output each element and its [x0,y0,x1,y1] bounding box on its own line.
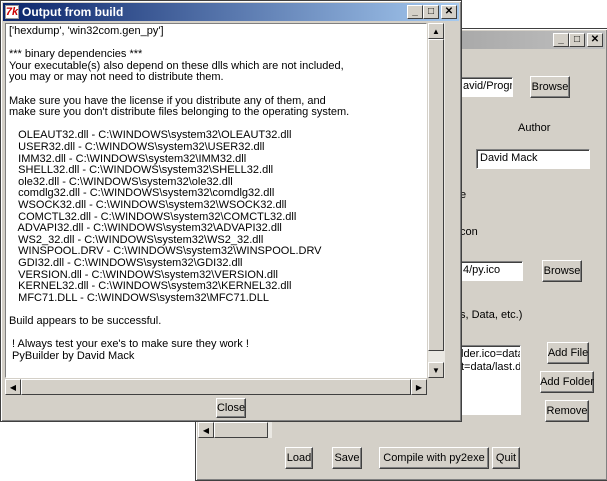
scroll-thumb[interactable] [428,39,444,351]
output-line: Build appears to be successful. [9,315,162,327]
author-field[interactable]: David Mack [476,149,590,169]
output-line: you may or may not need to distribute th… [9,71,224,84]
data-files-label: s, Data, etc.) [460,309,523,321]
scroll-left-icon[interactable]: ◀ [5,379,21,395]
build-output-text[interactable]: ['hexdump', 'win32com.gen_py'] *** binary… [5,23,427,378]
compile-button[interactable]: Compile with py2exe [379,447,489,469]
scroll-left-icon[interactable]: ◀ [198,422,214,438]
author-label: Author [518,122,551,134]
remove-button[interactable]: Remove [545,400,589,422]
maximize-icon[interactable]: □ [423,5,439,19]
scroll-down-icon[interactable]: ▼ [428,362,444,378]
close-icon[interactable]: ✕ [441,5,457,19]
list-item[interactable]: t=data/last.da [461,361,520,374]
scroll-right-icon[interactable]: ▶ [411,379,427,395]
add-file-button[interactable]: Add File [547,342,589,364]
scroll-thumb[interactable] [21,379,411,395]
output-window-title: Output from build [22,5,124,19]
maximize-icon[interactable]: □ [569,33,585,47]
output-line: PyBuilder by David Mack [9,349,135,362]
output-line: ['hexdump', 'win32com.gen_py'] [9,25,164,37]
browse-script-button[interactable]: Browse [530,76,570,98]
tk-feather-icon: 7k [5,5,19,19]
minimize-icon[interactable]: _ [407,5,423,19]
script-path-field[interactable]: avid/Progr [459,77,513,97]
output-horizontal-scrollbar[interactable]: ◀ ▶ [5,379,427,395]
output-window: 7k Output from build _ □ ✕ ['hexdump', '… [0,0,462,422]
minimize-icon[interactable]: _ [553,33,569,47]
output-window-titlebar[interactable]: 7k Output from build [3,3,459,21]
partial-label-icon: con [460,226,478,238]
load-button[interactable]: Load [285,447,313,469]
main-horizontal-scrollbar[interactable]: ◀ [198,422,272,438]
scroll-up-icon[interactable]: ▲ [428,23,444,39]
output-line: MFC71.DLL - C:\WINDOWS\system32\MFC71.DL… [9,291,269,304]
quit-button[interactable]: Quit [492,447,520,469]
close-icon[interactable]: ✕ [587,33,603,47]
list-item[interactable]: lder.ico=data/ [461,348,520,361]
data-files-list[interactable]: lder.ico=data/ t=data/last.da [459,345,521,415]
add-folder-button[interactable]: Add Folder [540,371,594,393]
icon-path-field[interactable]: 4/py.ico [459,261,523,281]
output-line: make sure you don't distribute files bel… [9,106,350,119]
output-vertical-scrollbar[interactable]: ▲ ▼ [428,23,445,378]
save-button[interactable]: Save [332,447,362,469]
close-button[interactable]: Close [216,398,246,418]
scroll-thumb[interactable] [214,422,268,438]
browse-icon-button[interactable]: Browse [542,260,582,282]
